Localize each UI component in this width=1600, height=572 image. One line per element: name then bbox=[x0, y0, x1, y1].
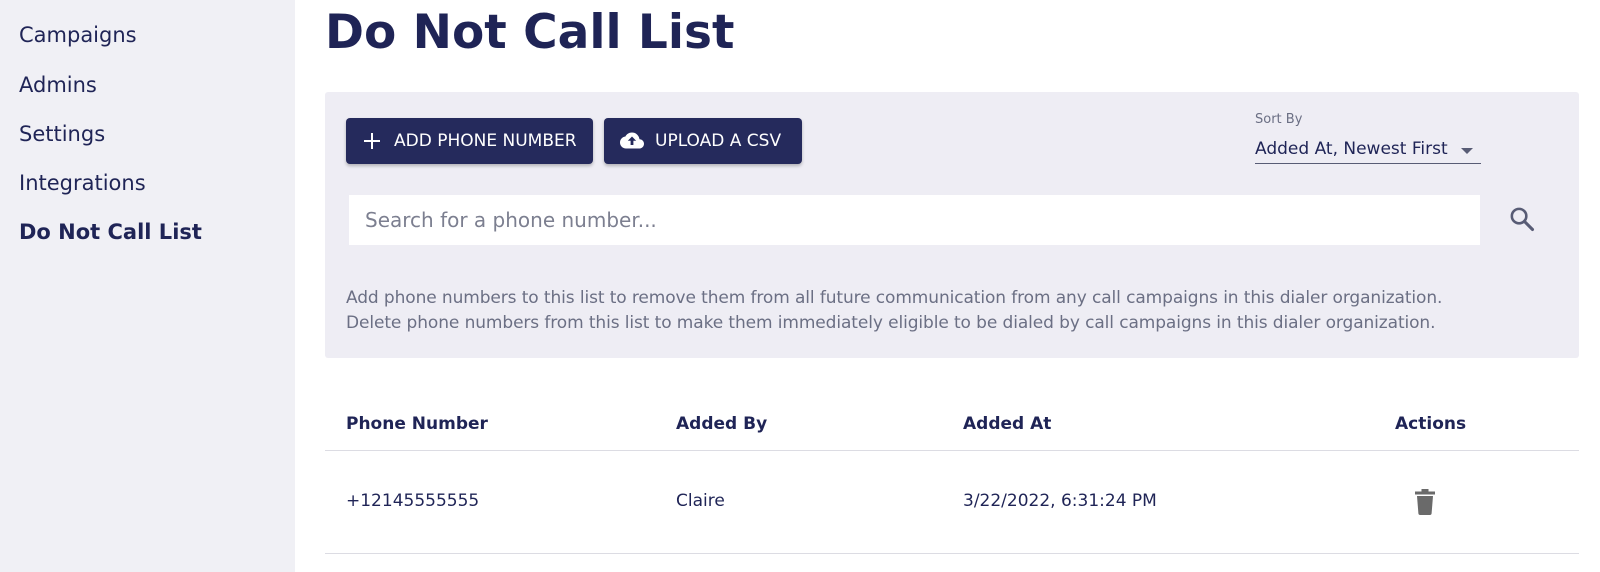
sidebar: Campaigns Admins Settings Integrations D… bbox=[0, 0, 295, 572]
upload-csv-button[interactable]: UPLOAD A CSV bbox=[604, 118, 802, 164]
search-icon[interactable] bbox=[1508, 205, 1536, 233]
search-input[interactable] bbox=[349, 195, 1480, 245]
sidebar-item-do-not-call-list[interactable]: Do Not Call List bbox=[19, 220, 202, 244]
plus-icon bbox=[364, 133, 380, 149]
page-title: Do Not Call List bbox=[325, 5, 735, 60]
sidebar-item-campaigns[interactable]: Campaigns bbox=[19, 23, 137, 47]
header-actions: Actions bbox=[1395, 414, 1467, 434]
sort-by-label: Sort By bbox=[1255, 112, 1303, 127]
sidebar-item-admins[interactable]: Admins bbox=[19, 73, 97, 97]
row-divider bbox=[325, 553, 1579, 554]
upload-csv-label: UPLOAD A CSV bbox=[655, 131, 782, 151]
trash-icon[interactable] bbox=[1414, 489, 1436, 515]
header-added-at: Added At bbox=[963, 414, 1052, 434]
cell-added-at: 3/22/2022, 6:31:24 PM bbox=[963, 491, 1157, 511]
description-line-2: Delete phone numbers from this list to m… bbox=[346, 313, 1436, 333]
add-phone-number-label: ADD PHONE NUMBER bbox=[394, 131, 577, 151]
sort-by-value: Added At, Newest First bbox=[1255, 139, 1448, 159]
header-divider bbox=[325, 450, 1579, 451]
cell-phone-number: +12145555555 bbox=[346, 491, 480, 511]
sidebar-item-integrations[interactable]: Integrations bbox=[19, 171, 146, 195]
description-line-1: Add phone numbers to this list to remove… bbox=[346, 288, 1443, 308]
header-phone-number: Phone Number bbox=[346, 414, 488, 434]
add-phone-number-button[interactable]: ADD PHONE NUMBER bbox=[346, 118, 593, 164]
sidebar-item-settings[interactable]: Settings bbox=[19, 122, 105, 146]
cell-added-by: Claire bbox=[676, 491, 725, 511]
header-added-by: Added By bbox=[676, 414, 768, 434]
caret-down-icon bbox=[1461, 148, 1473, 154]
cloud-upload-icon bbox=[620, 132, 644, 149]
controls-panel: ADD PHONE NUMBER UPLOAD A CSV Sort By Ad… bbox=[325, 92, 1579, 358]
sort-by-select[interactable]: Added At, Newest First bbox=[1255, 134, 1481, 164]
